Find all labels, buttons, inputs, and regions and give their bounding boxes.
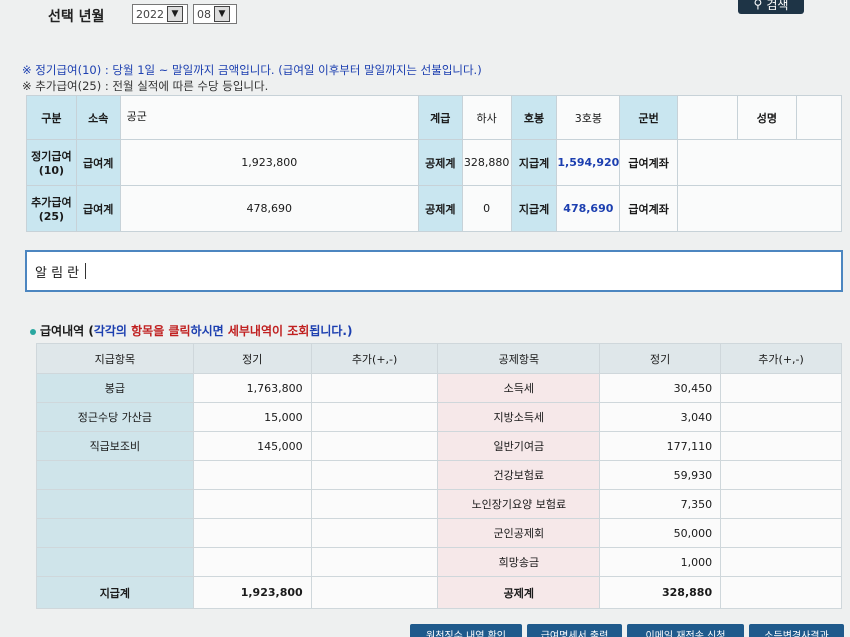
row-label: 정기급여(10) (26, 139, 77, 186)
print-statement-button[interactable]: 급여명세서 출력 (527, 624, 622, 637)
total-pay-label: 지급계 (36, 576, 194, 609)
row-label: 추가급여(25) (26, 185, 77, 232)
payment-total-value: 1,594,920 (556, 139, 621, 186)
bottom-button-bar: 원천징수 내역 확인 급여명세서 출력 이메일 재전송 신청 소득변경사결과 (0, 624, 850, 637)
note-regular-pay: ※ 정기급여(10) : 당월 1일 ~ 말일까지 금액입니다. (급여일 이후… (22, 63, 482, 77)
table-row[interactable]: 노인장기요양 보험료 7,350 (36, 489, 842, 519)
year-select[interactable]: 2022 ▼ (132, 4, 188, 24)
sosok-header: 소속 (75, 95, 121, 140)
pay-total-value: 478,690 (119, 185, 419, 232)
deduct-item-name[interactable]: 일반기여금 (437, 431, 601, 461)
pay-header-row: 지급항목 정기 추가(+,-) 공제항목 정기 추가(+,-) (36, 343, 842, 374)
regular-pay-row[interactable]: 정기급여(10) 급여계 1,923,800 공제계 328,880 지급계 1… (26, 139, 842, 186)
pay-item-name[interactable]: 직급보조비 (36, 431, 194, 461)
extra-pay-row[interactable]: 추가급여(25) 급여계 478,690 공제계 0 지급계 478,690 급… (26, 185, 842, 232)
withholding-button[interactable]: 원천징수 내역 확인 (410, 624, 522, 637)
table-row[interactable]: 군인공제회 50,000 (36, 518, 842, 548)
total-pay-value: 1,923,800 (192, 576, 312, 609)
deduct-item-name[interactable]: 건강보험료 (437, 460, 601, 490)
name-value (796, 95, 842, 140)
bullet-icon (30, 328, 36, 335)
deduction-total-label: 공제계 (417, 139, 463, 186)
notice-label: 알 림 란 (35, 265, 80, 281)
pay-item-name[interactable]: 정근수당 가산금 (36, 402, 194, 432)
deduct-item-name[interactable]: 군인공제회 (437, 518, 601, 548)
search-bar: 선택 년월 2022 ▼ 08 ▼ ⚲ 검색 (0, 0, 850, 36)
text-cursor (85, 263, 87, 279)
hobong-value: 3호봉 (556, 95, 621, 140)
regular-header: 정기 (599, 343, 722, 374)
payment-total-label: 지급계 (510, 139, 558, 186)
pay-item-value: 15,000 (192, 402, 312, 432)
deduct-item-value: 177,110 (599, 431, 722, 461)
payment-total-value: 478,690 (556, 185, 621, 232)
pay-detail-table: 지급항목 정기 추가(+,-) 공제항목 정기 추가(+,-) 봉급 1,763… (36, 343, 842, 609)
table-row[interactable]: 봉급 1,763,800 소득세 30,450 (36, 373, 842, 403)
table-row[interactable]: 직급보조비 145,000 일반기여금 177,110 (36, 431, 842, 461)
search-button-label: 검색 (766, 0, 789, 12)
deduction-total-value: 0 (461, 185, 512, 232)
hobong-header: 호봉 (510, 95, 558, 140)
deduct-item-value: 1,000 (599, 547, 722, 577)
notice-box[interactable]: 알 림 란 (25, 250, 843, 292)
pay-item-value: 145,000 (192, 431, 312, 461)
section-title: 급여내역 (각각의 항목을 클릭하시면 세부내역이 조회됩니다.) (30, 322, 352, 339)
rank-header: 계급 (417, 95, 463, 140)
service-number-value (677, 95, 738, 140)
table-row[interactable]: 건강보험료 59,930 (36, 460, 842, 490)
deduct-item-value: 3,040 (599, 402, 722, 432)
year-value: 2022 (136, 7, 164, 21)
summary-header-row: 구분 소속 공군 계급 하사 호봉 3호봉 군번 성명 (26, 95, 842, 140)
note-extra-pay: ※ 추가급여(25) : 전월 실적에 따른 수당 등입니다. (22, 79, 269, 93)
deduct-item-value: 59,930 (599, 460, 722, 490)
pay-item-value: 1,763,800 (192, 373, 312, 403)
pay-total-label: 급여계 (75, 139, 121, 186)
pay-total-value: 1,923,800 (119, 139, 419, 186)
deduct-item-name[interactable]: 희망송금 (437, 547, 601, 577)
search-icon: ⚲ (753, 0, 763, 11)
income-result-button[interactable]: 소득변경사결과 (749, 624, 844, 637)
total-row: 지급계 1,923,800 공제계 328,880 (36, 576, 842, 609)
month-select[interactable]: 08 ▼ (193, 4, 237, 24)
pay-item-header: 지급항목 (36, 343, 194, 374)
extra-header: 추가(+,-) (720, 343, 842, 374)
deduction-total-value: 328,880 (461, 139, 512, 186)
deduct-item-name[interactable]: 노인장기요양 보험료 (437, 489, 601, 519)
account-value (677, 185, 842, 232)
deduction-total-label: 공제계 (417, 185, 463, 232)
extra-header: 추가(+,-) (310, 343, 439, 374)
account-value (677, 139, 842, 186)
regular-header: 정기 (192, 343, 312, 374)
pay-item-name[interactable]: 봉급 (36, 373, 194, 403)
month-value: 08 (197, 7, 211, 21)
table-row[interactable]: 정근수당 가산금 15,000 지방소득세 3,040 (36, 402, 842, 432)
deduct-item-header: 공제항목 (437, 343, 601, 374)
deduct-item-name[interactable]: 소득세 (437, 373, 601, 403)
deduct-item-value: 7,350 (599, 489, 722, 519)
table-row[interactable]: 희망송금 1,000 (36, 547, 842, 577)
payment-total-label: 지급계 (510, 185, 558, 232)
chevron-down-icon: ▼ (214, 6, 230, 22)
account-label: 급여계좌 (619, 185, 678, 232)
total-deduct-value: 328,880 (599, 576, 722, 609)
sosok-value: 공군 (119, 95, 419, 140)
salary-summary-table: 구분 소속 공군 계급 하사 호봉 3호봉 군번 성명 정기급여(10) 급여계… (26, 95, 842, 232)
deduct-item-value: 30,450 (599, 373, 722, 403)
date-label: 선택 년월 (48, 9, 105, 25)
chevron-down-icon: ▼ (167, 6, 183, 22)
deduct-item-name[interactable]: 지방소득세 (437, 402, 601, 432)
email-resend-button[interactable]: 이메일 재전송 신청 (627, 624, 744, 637)
deduct-item-value: 50,000 (599, 518, 722, 548)
service-number-header: 군번 (619, 95, 678, 140)
account-label: 급여계좌 (619, 139, 678, 186)
gubun-header: 구분 (26, 95, 77, 140)
search-button[interactable]: ⚲ 검색 (738, 0, 804, 14)
name-header: 성명 (736, 95, 798, 140)
total-deduct-label: 공제계 (437, 576, 601, 609)
rank-value: 하사 (461, 95, 512, 140)
pay-total-label: 급여계 (75, 185, 121, 232)
